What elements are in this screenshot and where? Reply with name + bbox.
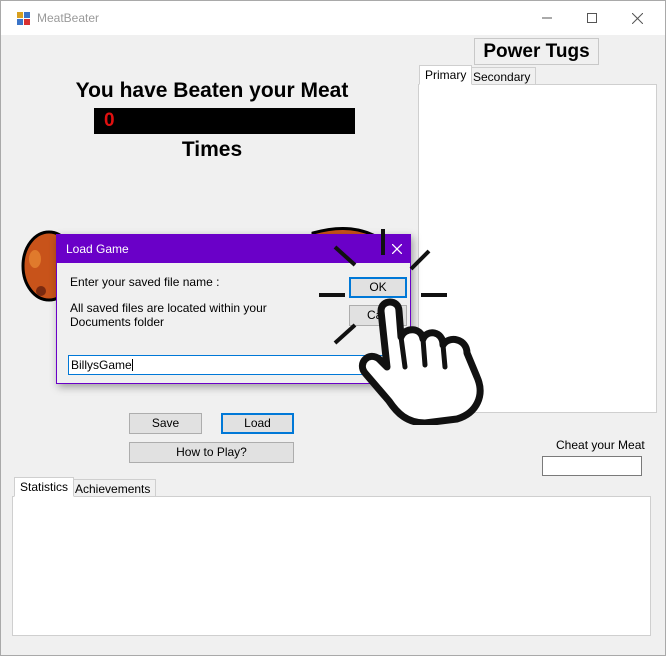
maximize-button[interactable] bbox=[569, 1, 615, 35]
tab-achievements[interactable]: Achievements bbox=[69, 479, 157, 497]
counter-display: 0 bbox=[94, 108, 355, 134]
tab-secondary[interactable]: Secondary bbox=[467, 67, 537, 85]
title-bar: MeatBeater bbox=[1, 1, 665, 35]
pointing-hand-click-icon bbox=[319, 229, 484, 425]
dialog-prompt: Enter your saved file name : bbox=[70, 275, 220, 289]
minimize-icon bbox=[542, 17, 552, 19]
dialog-title: Load Game bbox=[66, 242, 129, 256]
counter-label-top: You have Beaten your Meat bbox=[75, 79, 349, 102]
window-title: MeatBeater bbox=[37, 11, 100, 25]
save-button[interactable]: Save bbox=[129, 413, 202, 434]
power-tugs-label: Power Tugs bbox=[474, 38, 599, 65]
app-icon bbox=[17, 12, 30, 25]
load-button[interactable]: Load bbox=[221, 413, 294, 434]
tab-primary-label: Primary bbox=[425, 68, 467, 82]
maximize-icon bbox=[587, 13, 597, 23]
tab-secondary-label: Secondary bbox=[473, 70, 531, 84]
main-window: MeatBeater Power Tugs You have Beaten yo… bbox=[0, 0, 666, 656]
counter-value: 0 bbox=[104, 110, 115, 131]
close-icon bbox=[631, 12, 643, 24]
how-to-play-button[interactable]: How to Play? bbox=[129, 442, 294, 463]
cheat-label: Cheat your Meat bbox=[556, 438, 645, 452]
tab-achievements-label: Achievements bbox=[75, 482, 151, 496]
minimize-button[interactable] bbox=[524, 1, 570, 35]
cheat-input[interactable] bbox=[542, 456, 642, 476]
close-button[interactable] bbox=[614, 1, 660, 35]
tab-primary[interactable]: Primary bbox=[419, 65, 473, 85]
tab-statistics[interactable]: Statistics bbox=[14, 477, 75, 497]
counter-label-bottom: Times bbox=[181, 138, 243, 161]
tab-statistics-label: Statistics bbox=[20, 480, 69, 494]
statistics-panel bbox=[12, 496, 651, 636]
file-name-value: BillysGame bbox=[71, 358, 132, 372]
text-caret bbox=[131, 359, 133, 371]
dialog-note: All saved files are located within your … bbox=[70, 301, 267, 329]
